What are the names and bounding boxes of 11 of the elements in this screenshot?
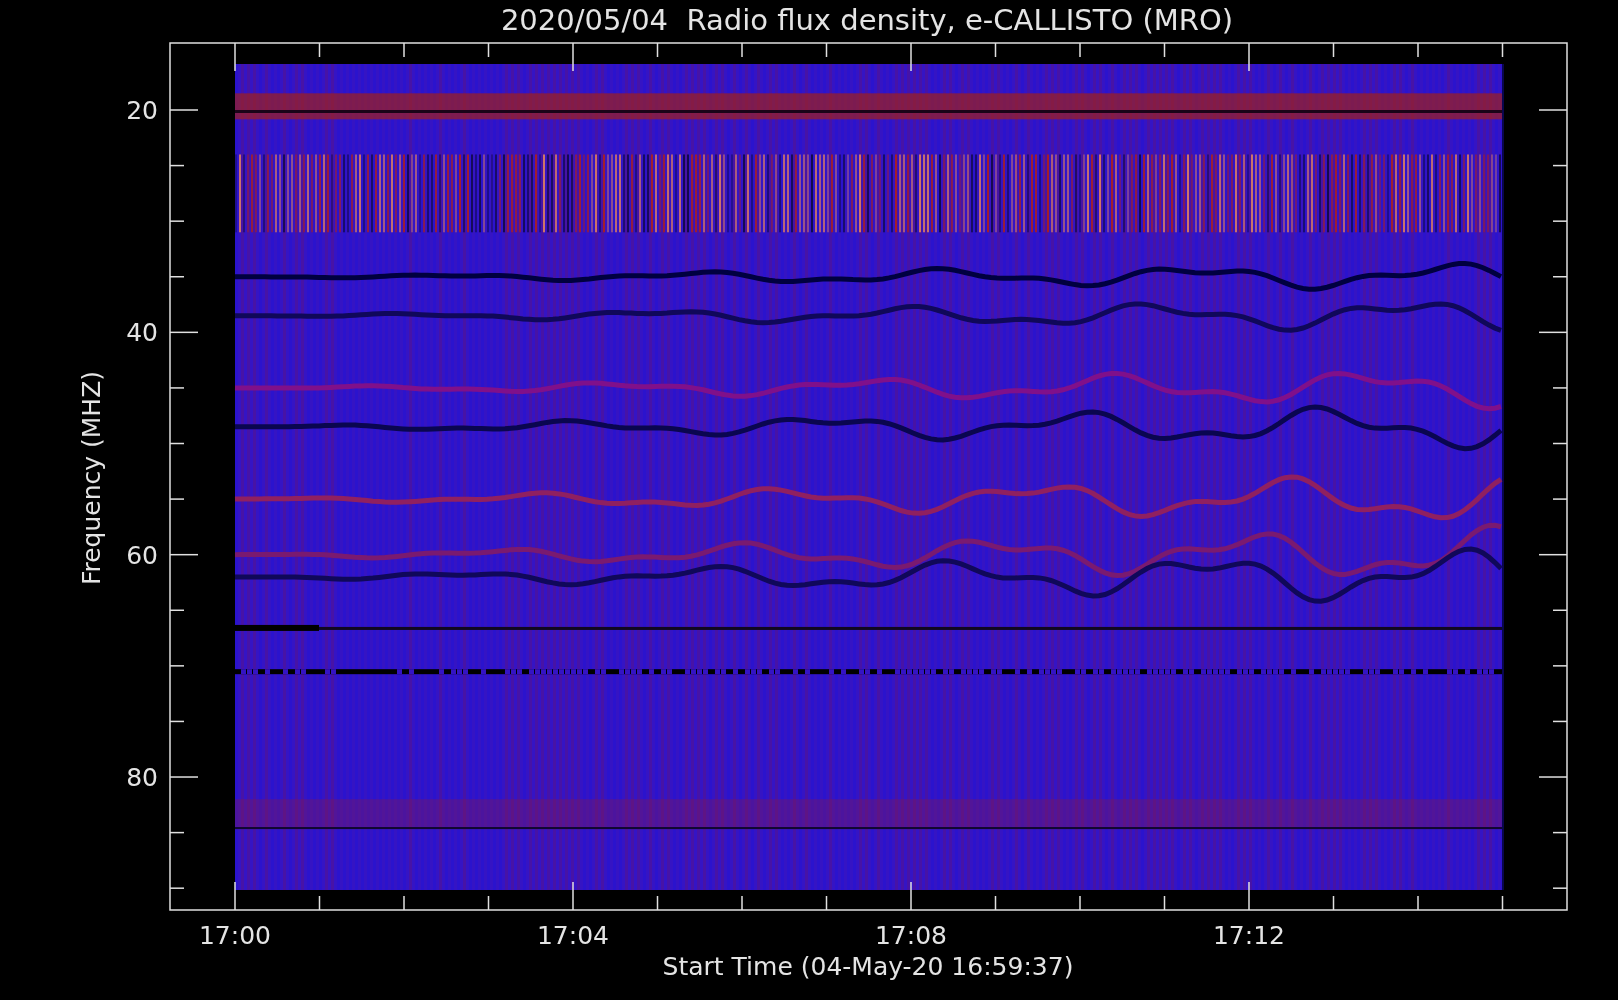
tick-label: 17:00 — [199, 921, 271, 950]
tick-label: 40 — [126, 318, 158, 348]
chart-title: 2020/05/04 Radio flux density, e-CALLISTO (MRO) — [500, 3, 1234, 37]
tick-label: 80 — [126, 763, 158, 792]
axis-label: Start Time (04-May-20 16:59:37) — [662, 952, 1074, 981]
axis-label: Frequency (MHZ) — [77, 370, 106, 586]
tick-label: 60 — [126, 540, 158, 570]
tick-label: 17:08 — [875, 921, 947, 950]
tick-label: 17:04 — [537, 921, 609, 950]
tick-label: 20 — [126, 96, 158, 125]
tick-label: 17:12 — [1213, 921, 1285, 950]
